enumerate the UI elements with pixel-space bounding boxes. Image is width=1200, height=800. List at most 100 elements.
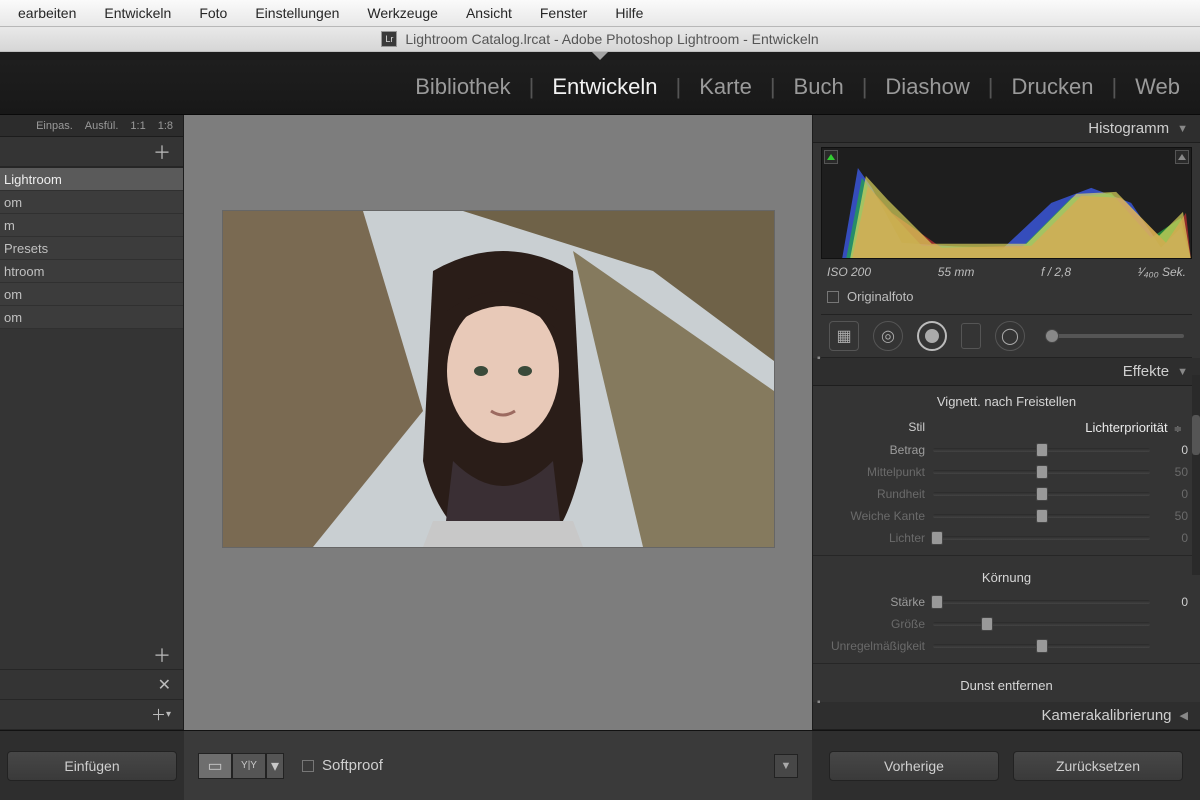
grain-slider[interactable] (933, 644, 1150, 648)
snapshots-add-button[interactable]: ＋ (0, 640, 183, 670)
grain-slider[interactable] (933, 622, 1150, 626)
vignette-value: 50 (1160, 465, 1188, 479)
vignette-label: Rundheit (813, 487, 933, 501)
vignette-slider[interactable] (933, 514, 1150, 518)
loupe-view[interactable]: ↖ (184, 115, 812, 730)
histogram-panel-header[interactable]: Histogramm▼ (813, 115, 1200, 143)
photo-canvas[interactable] (223, 211, 774, 547)
module-buch[interactable]: Buch (788, 74, 850, 100)
right-panel-scrollbar[interactable] (1192, 375, 1200, 575)
camera-calibration-panel-header[interactable]: ▪ Kamerakalibrierung◀ (813, 702, 1200, 730)
grain-label: Unregelmäßigkeit (813, 639, 933, 653)
module-diashow[interactable]: Diashow (879, 74, 975, 100)
exif-aperture: f / 2,8 (1041, 265, 1071, 279)
right-panel: Histogramm▼ ISO 200 55 mm f / 2,8 ¹⁄₄₀₀ … (812, 115, 1200, 730)
preset-folder[interactable]: om (0, 283, 183, 306)
vignette-style-label: Stil (813, 420, 933, 434)
dehaze-section-title: Dunst entfernen (813, 670, 1200, 699)
menu-hilfe[interactable]: Hilfe (601, 0, 657, 26)
presets-add-button[interactable]: ＋ (0, 137, 183, 167)
paste-button[interactable]: Einfügen (7, 751, 177, 781)
module-picker: Bibliothek| Entwickeln| Karte| Buch| Dia… (0, 60, 1200, 115)
softproof-label: Softproof (322, 757, 383, 774)
toolbar-options-dropdown[interactable]: ▼ (774, 754, 798, 778)
graduated-filter-tool-icon[interactable] (961, 323, 981, 349)
vignette-value: 50 (1160, 509, 1188, 523)
vignette-label: Lichter (813, 531, 933, 545)
previous-button[interactable]: Vorherige (829, 751, 999, 781)
exif-shutter: ¹⁄₄₀₀ Sek. (1138, 265, 1186, 279)
vignette-slider[interactable] (933, 536, 1150, 540)
vignette-slider[interactable] (933, 470, 1150, 474)
lightroom-app-icon: Lr (381, 31, 397, 47)
vignette-style-dropdown[interactable]: Lichterpriorität≑ (933, 420, 1182, 435)
loupe-view-icon[interactable]: ▭ (198, 753, 232, 779)
exif-focal: 55 mm (938, 265, 975, 279)
zoom-fit[interactable]: Einpas. (36, 120, 73, 132)
menu-bearbeiten[interactable]: earbeiten (4, 0, 90, 26)
before-after-lr-icon[interactable]: Y|Y (232, 753, 266, 779)
histogram[interactable] (821, 147, 1192, 259)
softproof-checkbox[interactable] (302, 760, 314, 772)
preset-folder[interactable]: om (0, 191, 183, 214)
bottom-toolbar: Einfügen ▭ Y|Y ▾ Softproof ▼ Vorherige Z… (0, 730, 1200, 800)
exif-iso: ISO 200 (827, 265, 871, 279)
menu-werkzeuge[interactable]: Werkzeuge (353, 0, 452, 26)
panel-switch-icon[interactable]: ▪ (817, 697, 821, 708)
grain-label: Größe (813, 617, 933, 631)
original-photo-checkbox[interactable] (827, 291, 839, 303)
menu-foto[interactable]: Foto (185, 0, 241, 26)
chevron-left-icon: ◀ (1180, 709, 1188, 722)
module-entwickeln[interactable]: Entwickeln (546, 74, 663, 100)
module-web[interactable]: Web (1129, 74, 1186, 100)
reset-button[interactable]: Zurücksetzen (1013, 751, 1183, 781)
preset-folder[interactable]: om (0, 306, 183, 329)
zoom-fill[interactable]: Ausfül. (85, 120, 119, 132)
vignette-slider[interactable] (933, 448, 1150, 452)
menu-ansicht[interactable]: Ansicht (452, 0, 526, 26)
grain-label: Stärke (813, 595, 933, 609)
preset-list: Lightroom om m Presets htroom om om (0, 167, 183, 329)
vignette-value: 0 (1160, 531, 1188, 545)
before-after-menu-icon[interactable]: ▾ (266, 753, 284, 779)
left-panel: Einpas. Ausfül. 1:1 1:8 ＋ Lightroom om m… (0, 115, 184, 730)
zoom-1-8[interactable]: 1:8 (158, 120, 173, 132)
vignette-section-title: Vignett. nach Freistellen (813, 386, 1200, 415)
effects-panel: Vignett. nach Freistellen Stil Lichterpr… (813, 386, 1200, 702)
zoom-1-1[interactable]: 1:1 (130, 120, 145, 132)
navigator-zoom-row: Einpas. Ausfül. 1:1 1:8 (0, 115, 183, 137)
module-bibliothek[interactable]: Bibliothek (409, 74, 516, 100)
window-title: Lightroom Catalog.lrcat - Adobe Photosho… (405, 31, 818, 47)
vignette-slider[interactable] (933, 492, 1150, 496)
preset-folder[interactable]: m (0, 214, 183, 237)
menu-entwickeln[interactable]: Entwickeln (90, 0, 185, 26)
history-clear-button[interactable]: ✕ (0, 670, 183, 700)
spot-removal-tool-icon[interactable]: ◎ (873, 321, 903, 351)
grain-value: 0 (1160, 595, 1188, 609)
effects-panel-header[interactable]: ▪ Effekte▼ (813, 358, 1200, 386)
view-mode-toggle[interactable]: ▭ Y|Y ▾ (198, 753, 284, 779)
radial-filter-tool-icon[interactable]: ◯ (995, 321, 1025, 351)
preset-folder[interactable]: Lightroom (0, 168, 183, 191)
collections-add-button[interactable]: ＋▾ (0, 700, 183, 730)
grain-slider[interactable] (933, 600, 1150, 604)
vignette-label: Mittelpunkt (813, 465, 933, 479)
grain-section-title: Körnung (813, 562, 1200, 591)
panel-switch-icon[interactable]: ▪ (817, 353, 821, 364)
vignette-value: 0 (1160, 443, 1188, 457)
preset-folder[interactable]: htroom (0, 260, 183, 283)
menu-fenster[interactable]: Fenster (526, 0, 601, 26)
original-photo-label: Originalfoto (847, 289, 913, 304)
redeye-tool-icon[interactable] (917, 321, 947, 351)
exif-readout: ISO 200 55 mm f / 2,8 ¹⁄₄₀₀ Sek. (813, 263, 1200, 285)
local-adjust-toolstrip: ▦ ◎ ◯ (821, 314, 1192, 358)
top-panel-collapse-handle[interactable] (0, 52, 1200, 60)
module-karte[interactable]: Karte (693, 74, 758, 100)
preset-folder[interactable]: Presets (0, 237, 183, 260)
vignette-label: Betrag (813, 443, 933, 457)
mask-overlay-slider[interactable] (1045, 334, 1184, 338)
window-titlebar: Lr Lightroom Catalog.lrcat - Adobe Photo… (0, 27, 1200, 52)
menu-einstellungen[interactable]: Einstellungen (241, 0, 353, 26)
crop-tool-icon[interactable]: ▦ (829, 321, 859, 351)
module-drucken[interactable]: Drucken (1006, 74, 1100, 100)
